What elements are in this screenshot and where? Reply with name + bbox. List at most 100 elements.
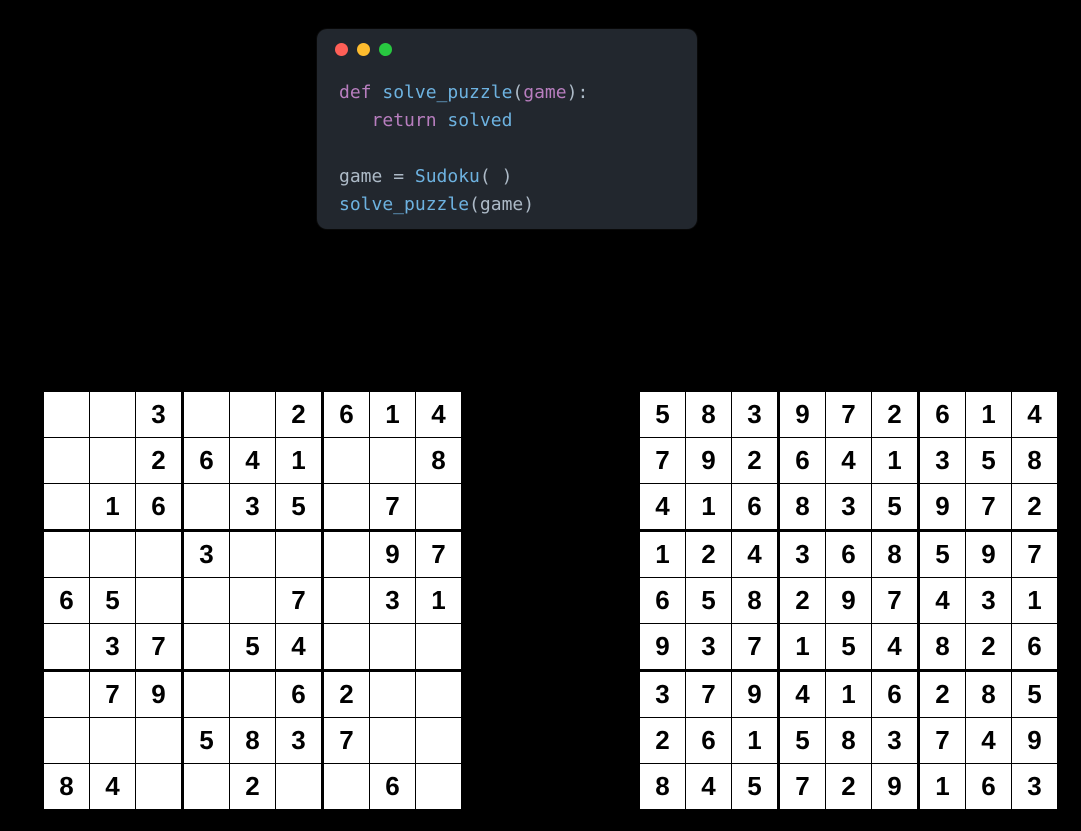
paren-open: ( <box>512 82 523 103</box>
puzzle-cell: 7 <box>370 484 416 531</box>
puzzle-cell <box>136 531 183 578</box>
solution-cell: 1 <box>826 671 872 718</box>
zoom-icon <box>379 43 392 56</box>
puzzle-cell <box>416 624 463 671</box>
ctor-name: Sudoku <box>415 166 480 187</box>
puzzle-cell <box>183 391 230 438</box>
puzzle-cell <box>43 531 90 578</box>
kw-return: return <box>372 110 437 131</box>
call-fn: solve_puzzle <box>339 194 469 215</box>
puzzle-cell <box>90 718 136 764</box>
puzzle-cell: 7 <box>90 671 136 718</box>
puzzle-cell: 2 <box>323 671 370 718</box>
puzzle-cell: 2 <box>136 438 183 484</box>
solution-cell: 4 <box>1012 391 1059 438</box>
puzzle-cell: 5 <box>183 718 230 764</box>
puzzle-cell <box>230 578 276 624</box>
fn-name: solve_puzzle <box>382 82 512 103</box>
solution-cell: 7 <box>732 624 779 671</box>
solution-cell: 8 <box>639 764 686 811</box>
puzzle-cell: 6 <box>43 578 90 624</box>
puzzle-cell <box>90 438 136 484</box>
puzzle-cell: 6 <box>370 764 416 811</box>
table-row: 397 <box>43 531 463 578</box>
solution-cell: 7 <box>1012 531 1059 578</box>
solution-cell: 1 <box>639 531 686 578</box>
param: game <box>523 82 566 103</box>
solution-cell: 9 <box>919 484 966 531</box>
table-row: 379416285 <box>639 671 1059 718</box>
solution-cell: 9 <box>966 531 1012 578</box>
solution-cell: 6 <box>1012 624 1059 671</box>
table-row: 124368597 <box>639 531 1059 578</box>
code-window: def solve_puzzle(game): return solved ga… <box>317 29 697 229</box>
puzzle-cell <box>43 391 90 438</box>
puzzle-cell <box>183 624 230 671</box>
solution-cell: 2 <box>779 578 826 624</box>
solution-cell: 9 <box>732 671 779 718</box>
kw-def: def <box>339 82 372 103</box>
puzzle-cell <box>90 391 136 438</box>
solution-cell: 7 <box>639 438 686 484</box>
puzzle-cell: 3 <box>90 624 136 671</box>
solution-cell: 3 <box>872 718 919 764</box>
solution-cell: 1 <box>732 718 779 764</box>
table-row: 845729163 <box>639 764 1059 811</box>
call-close: ) <box>523 194 534 215</box>
solution-cell: 4 <box>919 578 966 624</box>
puzzle-cell <box>43 624 90 671</box>
solution-cell: 9 <box>826 578 872 624</box>
table-row: 3754 <box>43 624 463 671</box>
solution-cell: 2 <box>732 438 779 484</box>
code-block: def solve_puzzle(game): return solved ga… <box>339 79 588 219</box>
solution-cell: 8 <box>779 484 826 531</box>
puzzle-cell <box>183 671 230 718</box>
puzzle-cell: 8 <box>230 718 276 764</box>
puzzle-cell <box>370 718 416 764</box>
solution-cell: 7 <box>919 718 966 764</box>
puzzle-cell <box>370 438 416 484</box>
puzzle-cell <box>183 578 230 624</box>
puzzle-cell <box>323 624 370 671</box>
solution-cell: 3 <box>779 531 826 578</box>
solution-cell: 4 <box>826 438 872 484</box>
puzzle-cell <box>276 764 323 811</box>
puzzle-cell: 1 <box>370 391 416 438</box>
puzzle-cell: 9 <box>136 671 183 718</box>
puzzle-cell: 7 <box>323 718 370 764</box>
solution-cell: 7 <box>779 764 826 811</box>
puzzle-cell: 3 <box>136 391 183 438</box>
table-row: 792641358 <box>639 438 1059 484</box>
puzzle-cell <box>323 764 370 811</box>
puzzle-cell: 1 <box>90 484 136 531</box>
solution-cell: 9 <box>872 764 919 811</box>
solution-cell: 1 <box>872 438 919 484</box>
solution-cell: 1 <box>966 391 1012 438</box>
puzzle-cell: 2 <box>276 391 323 438</box>
solution-cell: 8 <box>686 391 732 438</box>
solution-cell: 5 <box>872 484 919 531</box>
solution-cell: 3 <box>1012 764 1059 811</box>
puzzle-cell <box>136 718 183 764</box>
puzzle-cell <box>136 764 183 811</box>
puzzle-cell <box>183 764 230 811</box>
puzzle-cell <box>136 578 183 624</box>
solution-cell: 2 <box>1012 484 1059 531</box>
assign-lhs: game <box>339 166 382 187</box>
puzzle-cell <box>230 391 276 438</box>
close-icon <box>335 43 348 56</box>
puzzle-cell <box>323 578 370 624</box>
table-row: 5837 <box>43 718 463 764</box>
solution-cell: 5 <box>826 624 872 671</box>
puzzle-cell: 6 <box>136 484 183 531</box>
puzzle-cell <box>90 531 136 578</box>
puzzle-cell: 3 <box>276 718 323 764</box>
puzzle-cell: 5 <box>90 578 136 624</box>
solution-cell: 5 <box>686 578 732 624</box>
solution-cell: 2 <box>826 764 872 811</box>
puzzle-cell <box>323 438 370 484</box>
puzzle-cell: 7 <box>416 531 463 578</box>
puzzle-cell <box>230 671 276 718</box>
solution-cell: 4 <box>686 764 732 811</box>
solution-cell: 8 <box>732 578 779 624</box>
